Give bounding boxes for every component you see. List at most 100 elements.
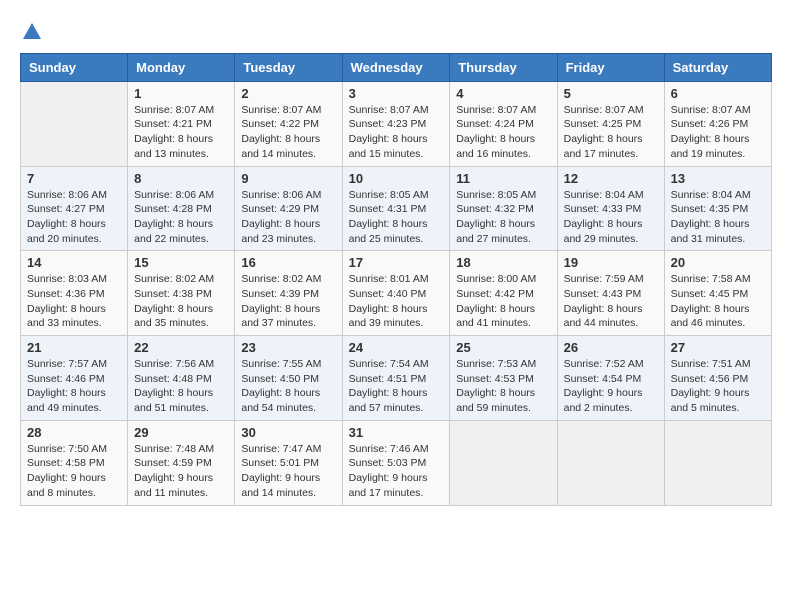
calendar-cell: 12 Sunrise: 8:04 AMSunset: 4:33 PMDayligh… (557, 166, 664, 251)
day-number: 4 (456, 86, 550, 101)
day-info: Sunrise: 7:51 AMSunset: 4:56 PMDaylight:… (671, 357, 765, 416)
day-number: 21 (27, 340, 121, 355)
day-info: Sunrise: 8:05 AMSunset: 4:32 PMDaylight:… (456, 188, 550, 247)
calendar-cell (557, 420, 664, 505)
day-number: 28 (27, 425, 121, 440)
calendar-cell: 29 Sunrise: 7:48 AMSunset: 4:59 PMDayligh… (128, 420, 235, 505)
day-info: Sunrise: 7:53 AMSunset: 4:53 PMDaylight:… (456, 357, 550, 416)
day-info: Sunrise: 7:50 AMSunset: 4:58 PMDaylight:… (27, 442, 121, 501)
day-info: Sunrise: 8:03 AMSunset: 4:36 PMDaylight:… (27, 272, 121, 331)
day-header-saturday: Saturday (664, 53, 771, 81)
calendar-cell: 5 Sunrise: 8:07 AMSunset: 4:25 PMDaylight… (557, 81, 664, 166)
day-number: 9 (241, 171, 335, 186)
day-info: Sunrise: 8:07 AMSunset: 4:25 PMDaylight:… (564, 103, 658, 162)
day-header-friday: Friday (557, 53, 664, 81)
calendar-cell: 24 Sunrise: 7:54 AMSunset: 4:51 PMDayligh… (342, 336, 450, 421)
calendar-cell: 13Sunrise: 8:04 AMSunset: 4:35 PMDayligh… (664, 166, 771, 251)
calendar-cell: 14Sunrise: 8:03 AMSunset: 4:36 PMDayligh… (21, 251, 128, 336)
day-info: Sunrise: 7:57 AMSunset: 4:46 PMDaylight:… (27, 357, 121, 416)
calendar-cell (664, 420, 771, 505)
calendar-table: SundayMondayTuesdayWednesdayThursdayFrid… (20, 53, 772, 506)
calendar-cell: 30 Sunrise: 7:47 AMSunset: 5:01 PMDayligh… (235, 420, 342, 505)
day-number: 31 (349, 425, 444, 440)
day-info: Sunrise: 8:07 AMSunset: 4:23 PMDaylight:… (349, 103, 444, 162)
day-number: 8 (134, 171, 228, 186)
calendar-cell: 3 Sunrise: 8:07 AMSunset: 4:23 PMDaylight… (342, 81, 450, 166)
calendar-cell: 6 Sunrise: 8:07 AMSunset: 4:26 PMDaylight… (664, 81, 771, 166)
calendar-week-5: 28 Sunrise: 7:50 AMSunset: 4:58 PMDayligh… (21, 420, 772, 505)
day-header-wednesday: Wednesday (342, 53, 450, 81)
day-info: Sunrise: 8:04 AMSunset: 4:35 PMDaylight:… (671, 188, 765, 247)
day-info: Sunrise: 8:06 AMSunset: 4:29 PMDaylight:… (241, 188, 335, 247)
day-info: Sunrise: 8:06 AMSunset: 4:28 PMDaylight:… (134, 188, 228, 247)
day-number: 15 (134, 255, 228, 270)
day-info: Sunrise: 8:06 AMSunset: 4:27 PMDaylight:… (27, 188, 121, 247)
day-info: Sunrise: 8:07 AMSunset: 4:21 PMDaylight:… (134, 103, 228, 162)
day-number: 23 (241, 340, 335, 355)
day-info: Sunrise: 7:47 AMSunset: 5:01 PMDaylight:… (241, 442, 335, 501)
day-info: Sunrise: 7:56 AMSunset: 4:48 PMDaylight:… (134, 357, 228, 416)
calendar-cell: 20Sunrise: 7:58 AMSunset: 4:45 PMDayligh… (664, 251, 771, 336)
calendar-cell: 16 Sunrise: 8:02 AMSunset: 4:39 PMDayligh… (235, 251, 342, 336)
day-info: Sunrise: 7:46 AMSunset: 5:03 PMDaylight:… (349, 442, 444, 501)
day-info: Sunrise: 8:04 AMSunset: 4:33 PMDaylight:… (564, 188, 658, 247)
day-info: Sunrise: 8:00 AMSunset: 4:42 PMDaylight:… (456, 272, 550, 331)
calendar-cell: 4 Sunrise: 8:07 AMSunset: 4:24 PMDaylight… (450, 81, 557, 166)
calendar-cell: 11 Sunrise: 8:05 AMSunset: 4:32 PMDayligh… (450, 166, 557, 251)
day-number: 29 (134, 425, 228, 440)
calendar-cell (450, 420, 557, 505)
day-number: 10 (349, 171, 444, 186)
calendar-cell: 21 Sunrise: 7:57 AMSunset: 4:46 PMDayligh… (21, 336, 128, 421)
day-number: 7 (27, 171, 121, 186)
day-header-monday: Monday (128, 53, 235, 81)
logo-icon (21, 21, 43, 43)
day-number: 6 (671, 86, 765, 101)
day-info: Sunrise: 7:48 AMSunset: 4:59 PMDaylight:… (134, 442, 228, 501)
day-number: 25 (456, 340, 550, 355)
day-info: Sunrise: 8:07 AMSunset: 4:22 PMDaylight:… (241, 103, 335, 162)
calendar-cell: 2 Sunrise: 8:07 AMSunset: 4:22 PMDaylight… (235, 81, 342, 166)
calendar-cell: 28 Sunrise: 7:50 AMSunset: 4:58 PMDayligh… (21, 420, 128, 505)
day-info: Sunrise: 8:02 AMSunset: 4:38 PMDaylight:… (134, 272, 228, 331)
day-number: 22 (134, 340, 228, 355)
day-info: Sunrise: 7:59 AMSunset: 4:43 PMDaylight:… (564, 272, 658, 331)
day-info: Sunrise: 7:54 AMSunset: 4:51 PMDaylight:… (349, 357, 444, 416)
calendar-cell: 9 Sunrise: 8:06 AMSunset: 4:29 PMDaylight… (235, 166, 342, 251)
day-number: 2 (241, 86, 335, 101)
day-number: 11 (456, 171, 550, 186)
day-number: 3 (349, 86, 444, 101)
day-number: 30 (241, 425, 335, 440)
day-number: 19 (564, 255, 658, 270)
day-info: Sunrise: 8:01 AMSunset: 4:40 PMDaylight:… (349, 272, 444, 331)
day-info: Sunrise: 7:55 AMSunset: 4:50 PMDaylight:… (241, 357, 335, 416)
day-number: 1 (134, 86, 228, 101)
calendar-week-4: 21 Sunrise: 7:57 AMSunset: 4:46 PMDayligh… (21, 336, 772, 421)
day-header-tuesday: Tuesday (235, 53, 342, 81)
calendar-cell: 7 Sunrise: 8:06 AMSunset: 4:27 PMDaylight… (21, 166, 128, 251)
calendar-cell: 18 Sunrise: 8:00 AMSunset: 4:42 PMDayligh… (450, 251, 557, 336)
day-number: 12 (564, 171, 658, 186)
day-number: 24 (349, 340, 444, 355)
header-row: SundayMondayTuesdayWednesdayThursdayFrid… (21, 53, 772, 81)
day-header-thursday: Thursday (450, 53, 557, 81)
calendar-week-1: 1 Sunrise: 8:07 AMSunset: 4:21 PMDaylight… (21, 81, 772, 166)
calendar-week-2: 7 Sunrise: 8:06 AMSunset: 4:27 PMDaylight… (21, 166, 772, 251)
day-number: 17 (349, 255, 444, 270)
calendar-cell: 10 Sunrise: 8:05 AMSunset: 4:31 PMDayligh… (342, 166, 450, 251)
calendar-cell: 8 Sunrise: 8:06 AMSunset: 4:28 PMDaylight… (128, 166, 235, 251)
calendar-cell (21, 81, 128, 166)
calendar-cell: 31 Sunrise: 7:46 AMSunset: 5:03 PMDayligh… (342, 420, 450, 505)
day-info: Sunrise: 7:52 AMSunset: 4:54 PMDaylight:… (564, 357, 658, 416)
day-info: Sunrise: 8:02 AMSunset: 4:39 PMDaylight:… (241, 272, 335, 331)
day-info: Sunrise: 7:58 AMSunset: 4:45 PMDaylight:… (671, 272, 765, 331)
day-number: 18 (456, 255, 550, 270)
calendar-cell: 19 Sunrise: 7:59 AMSunset: 4:43 PMDayligh… (557, 251, 664, 336)
day-number: 27 (671, 340, 765, 355)
day-info: Sunrise: 8:05 AMSunset: 4:31 PMDaylight:… (349, 188, 444, 247)
calendar-cell: 17 Sunrise: 8:01 AMSunset: 4:40 PMDayligh… (342, 251, 450, 336)
day-number: 5 (564, 86, 658, 101)
day-info: Sunrise: 8:07 AMSunset: 4:24 PMDaylight:… (456, 103, 550, 162)
day-header-sunday: Sunday (21, 53, 128, 81)
day-info: Sunrise: 8:07 AMSunset: 4:26 PMDaylight:… (671, 103, 765, 162)
day-number: 16 (241, 255, 335, 270)
